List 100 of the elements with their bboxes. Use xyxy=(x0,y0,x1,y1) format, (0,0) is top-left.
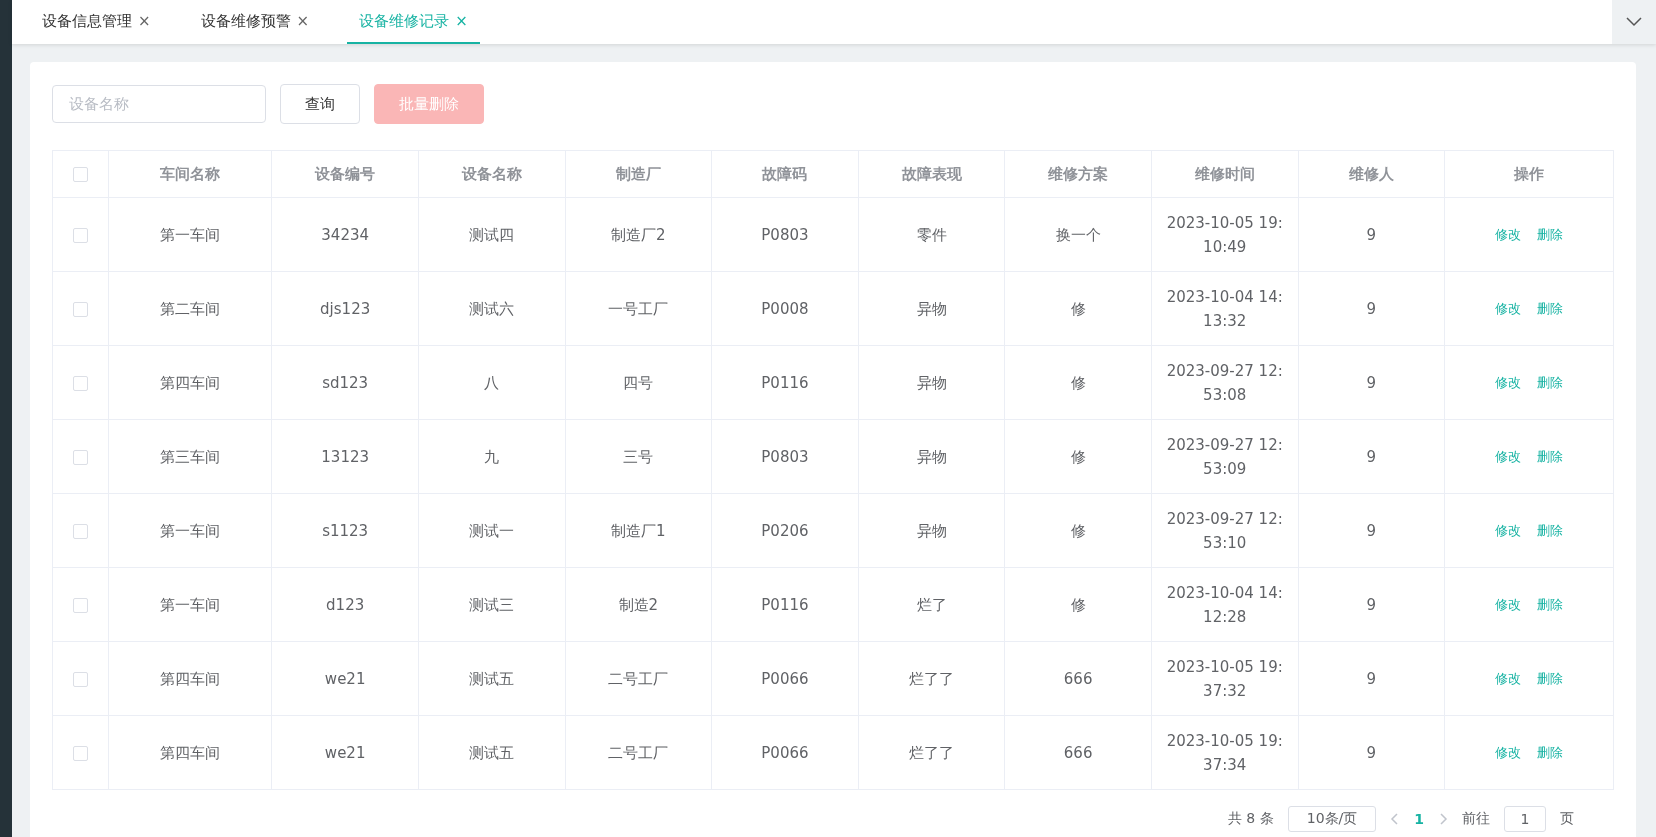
checkbox[interactable] xyxy=(72,227,88,243)
page-input[interactable]: 1 xyxy=(1504,806,1546,832)
table-cell: 2023-10-04 14:13:32 xyxy=(1151,271,1298,346)
table-cell: 9 xyxy=(1298,345,1445,420)
checkbox[interactable] xyxy=(72,597,88,613)
table-cell: 第四车间 xyxy=(108,345,272,420)
table-cell: 2023-09-27 12:53:08 xyxy=(1151,345,1298,420)
delete-link[interactable]: 删除 xyxy=(1537,227,1564,242)
table-cell: 13123 xyxy=(271,419,419,494)
edit-link[interactable]: 修改 xyxy=(1495,449,1522,464)
table-cell: 2023-10-05 19:37:34 xyxy=(1151,715,1298,790)
table-cell: djs123 xyxy=(271,271,419,346)
table-cell: P0116 xyxy=(711,567,859,642)
table-cell: 测试五 xyxy=(418,715,566,790)
table-cell: 修 xyxy=(1004,493,1152,568)
table-cell: we21 xyxy=(271,641,419,716)
table-cell: we21 xyxy=(271,715,419,790)
previous-page-icon[interactable] xyxy=(1390,813,1401,825)
checkbox[interactable] xyxy=(72,745,88,761)
table-cell: 第一车间 xyxy=(108,567,272,642)
checkbox[interactable] xyxy=(72,671,88,687)
next-page-icon[interactable] xyxy=(1438,813,1448,825)
table-cell: P0066 xyxy=(711,641,859,716)
page-number[interactable]: 1 xyxy=(1414,811,1424,827)
search-field[interactable]: 设备名称 xyxy=(52,85,266,123)
table-cell: 9 xyxy=(1298,715,1445,790)
checkbox[interactable] xyxy=(72,449,88,465)
query-button[interactable]: 查询 xyxy=(280,84,360,124)
close-icon[interactable]: × xyxy=(296,12,310,30)
page-size-select[interactable]: 10条/页 xyxy=(1287,806,1377,832)
table-cell: 2023-10-05 19:10:49 xyxy=(1151,197,1298,272)
checkbox[interactable] xyxy=(72,167,88,182)
edit-link[interactable]: 修改 xyxy=(1495,671,1522,686)
table-cell: 二号工厂 xyxy=(565,641,712,716)
table-cell: 测试五 xyxy=(418,641,566,716)
table-cell: 异物 xyxy=(858,493,1005,568)
table-cell: P0008 xyxy=(711,271,859,346)
delete-link[interactable]: 删除 xyxy=(1537,671,1564,686)
table-cell: 9 xyxy=(1298,271,1445,346)
table-cell: 零件 xyxy=(858,197,1005,272)
delete-link[interactable]: 删除 xyxy=(1537,523,1564,538)
table-cell: sd123 xyxy=(271,345,419,420)
table-cell: 2023-09-27 12:53:09 xyxy=(1151,419,1298,494)
table-cell: P0116 xyxy=(711,345,859,420)
table-cell: 9 xyxy=(1298,493,1445,568)
goto-label: 前往 xyxy=(1462,810,1490,828)
table-cell: 八 xyxy=(418,345,566,420)
delete-link[interactable]: 删除 xyxy=(1537,745,1564,760)
table-cell: 9 xyxy=(1298,641,1445,716)
table-cell: 制造厂2 xyxy=(565,197,712,272)
close-icon[interactable]: × xyxy=(455,12,468,30)
tab[interactable]: 设备信息管理 × xyxy=(30,0,163,44)
delete-link[interactable]: 删除 xyxy=(1537,301,1564,316)
table-cell: 修 xyxy=(1004,567,1152,642)
column-header: 维修方案 xyxy=(1004,150,1152,198)
table-cell: 第二车间 xyxy=(108,271,272,346)
delete-link[interactable]: 删除 xyxy=(1537,597,1564,612)
table-cell: 制造厂1 xyxy=(565,493,712,568)
checkbox[interactable] xyxy=(72,523,88,539)
table-cell: 二号工厂 xyxy=(565,715,712,790)
column-header: 设备编号 xyxy=(271,150,419,198)
table-cell: 修 xyxy=(1004,271,1152,346)
column-header: 车间名称 xyxy=(108,150,272,198)
table-cell: 测试六 xyxy=(418,271,566,346)
table-cell: P0206 xyxy=(711,493,859,568)
table-cell: 测试一 xyxy=(418,493,566,568)
table-cell: 666 xyxy=(1004,715,1152,790)
page-unit: 页 xyxy=(1560,810,1574,828)
edit-link[interactable]: 修改 xyxy=(1495,745,1522,760)
column-header: 设备名称 xyxy=(418,150,566,198)
table-cell: 三号 xyxy=(565,419,712,494)
table-cell: 四号 xyxy=(565,345,712,420)
table-cell: 一号工厂 xyxy=(565,271,712,346)
edit-link[interactable]: 修改 xyxy=(1495,597,1522,612)
edit-link[interactable]: 修改 xyxy=(1495,375,1522,390)
table-cell: d123 xyxy=(271,567,419,642)
edit-link[interactable]: 修改 xyxy=(1495,301,1522,316)
checkbox[interactable] xyxy=(72,375,88,391)
table-cell: 第四车间 xyxy=(108,641,272,716)
checkbox[interactable] xyxy=(72,301,88,317)
delete-link[interactable]: 删除 xyxy=(1537,449,1564,464)
table-cell: 第一车间 xyxy=(108,197,272,272)
table-cell: 烂了了 xyxy=(858,641,1005,716)
table-cell: 第一车间 xyxy=(108,493,272,568)
tab[interactable]: 设备维修记录 × xyxy=(347,0,480,44)
table-cell: 修 xyxy=(1004,419,1152,494)
edit-link[interactable]: 修改 xyxy=(1495,227,1522,242)
table-cell: s1123 xyxy=(271,493,419,568)
table-cell: 第三车间 xyxy=(108,419,272,494)
close-icon[interactable]: × xyxy=(138,12,151,30)
delete-link[interactable]: 删除 xyxy=(1537,375,1564,390)
total-count: 共 8 条 xyxy=(1227,810,1274,828)
edit-link[interactable]: 修改 xyxy=(1495,523,1522,538)
table-cell: 异物 xyxy=(858,345,1005,420)
table-cell: 烂了了 xyxy=(858,715,1005,790)
tab[interactable]: 设备维修预警 × xyxy=(188,0,322,44)
table-cell: 2023-10-05 19:37:32 xyxy=(1151,641,1298,716)
chevron-down-icon[interactable] xyxy=(1626,17,1642,27)
column-header: 维修人 xyxy=(1298,150,1445,198)
table-cell: 34234 xyxy=(271,197,419,272)
